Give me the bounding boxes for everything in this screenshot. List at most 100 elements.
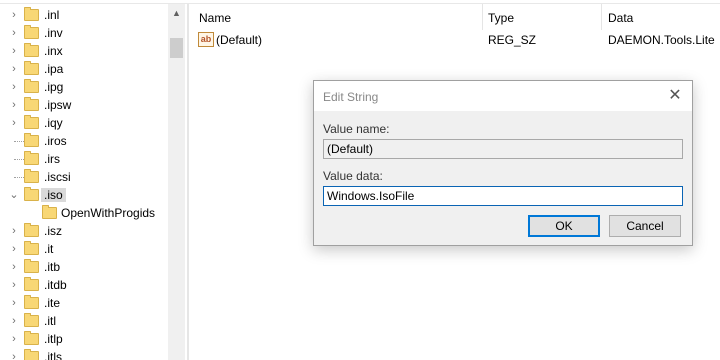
column-header-name[interactable]: Name — [199, 11, 231, 25]
folder-icon — [24, 151, 39, 165]
tree-item-ipsw[interactable]: › .ipsw — [0, 96, 168, 114]
tree-item-label: OpenWithProgids — [61, 206, 156, 220]
ok-button[interactable]: OK — [528, 215, 600, 237]
tree-item-label: .iros — [44, 134, 67, 148]
scrollbar-thumb[interactable] — [170, 38, 183, 58]
tree-item-label: .inx — [44, 44, 63, 58]
chevron-right-icon[interactable]: › — [8, 332, 20, 346]
list-row-default[interactable]: ab (Default) REG_SZ DAEMON.Tools.Lite — [190, 30, 720, 50]
list-header: Name Type Data — [190, 4, 720, 30]
value-data-label: Value data: — [323, 169, 383, 183]
tree-item-itlp[interactable]: › .itlp — [0, 330, 168, 348]
tree-item-itls[interactable]: › .itls — [0, 348, 168, 360]
value-name: (Default) — [216, 33, 263, 47]
tree-item-label: .inl — [44, 8, 60, 22]
chevron-down-icon[interactable]: ⌄ — [8, 188, 20, 202]
dialog-titlebar[interactable]: Edit String ✕ — [314, 81, 692, 111]
folder-icon — [24, 169, 39, 183]
tree-scrollbar[interactable]: ▲ — [168, 4, 185, 360]
chevron-right-icon[interactable]: › — [8, 26, 20, 40]
tree-item-label: .it — [44, 242, 54, 256]
tree-item-label: .iso — [41, 188, 66, 202]
tree-item-itdb[interactable]: › .itdb — [0, 276, 168, 294]
chevron-right-icon[interactable]: › — [8, 80, 20, 94]
tree-connector — [14, 141, 24, 142]
edit-string-dialog: Edit String ✕ Value name: Value data: OK… — [313, 80, 693, 246]
string-value-icon: ab — [198, 32, 214, 47]
folder-icon — [24, 7, 39, 21]
chevron-right-icon[interactable]: › — [8, 44, 20, 58]
chevron-right-icon[interactable]: › — [8, 8, 20, 22]
folder-icon — [24, 349, 39, 360]
folder-icon — [24, 43, 39, 57]
chevron-right-icon[interactable]: › — [8, 224, 20, 238]
tree-connector — [14, 177, 24, 178]
chevron-right-icon[interactable]: › — [8, 260, 20, 274]
folder-icon — [24, 187, 39, 201]
tree-item-iso[interactable]: ⌄ .iso — [0, 186, 168, 204]
tree-item-label: .ipsw — [44, 98, 72, 112]
column-divider[interactable] — [601, 4, 602, 30]
chevron-right-icon[interactable]: › — [8, 98, 20, 112]
chevron-right-icon[interactable]: › — [8, 116, 20, 130]
chevron-right-icon[interactable]: › — [8, 350, 20, 360]
tree-item-label: .iqy — [44, 116, 63, 130]
folder-icon — [24, 313, 39, 327]
chevron-right-icon[interactable]: › — [8, 242, 20, 256]
tree-item-iros[interactable]: .iros — [0, 132, 168, 150]
folder-icon — [24, 79, 39, 93]
tree-item-label: .isz — [44, 224, 62, 238]
folder-icon — [42, 205, 57, 219]
tree-item-ipg[interactable]: › .ipg — [0, 78, 168, 96]
value-name-field[interactable] — [323, 139, 683, 159]
chevron-right-icon[interactable]: › — [8, 296, 20, 310]
close-icon[interactable]: ✕ — [664, 86, 686, 106]
tree-connector — [14, 159, 24, 160]
tree-item-ipa[interactable]: › .ipa — [0, 60, 168, 78]
tree-item-it[interactable]: › .it — [0, 240, 168, 258]
column-header-type[interactable]: Type — [488, 11, 514, 25]
tree-item-label: .itl — [44, 314, 56, 328]
tree-item-label: .iscsi — [44, 170, 71, 184]
tree-item-inv[interactable]: › .inv — [0, 24, 168, 42]
tree-item-iscsi[interactable]: .iscsi — [0, 168, 168, 186]
folder-icon — [24, 97, 39, 111]
chevron-right-icon[interactable]: › — [8, 314, 20, 328]
column-divider[interactable] — [482, 4, 483, 30]
folder-icon — [24, 331, 39, 345]
tree-item-irs[interactable]: .irs — [0, 150, 168, 168]
tree-item-ite[interactable]: › .ite — [0, 294, 168, 312]
tree-item-inl[interactable]: › .inl — [0, 6, 168, 24]
folder-icon — [24, 223, 39, 237]
column-header-data[interactable]: Data — [608, 11, 633, 25]
folder-icon — [24, 259, 39, 273]
tree-item-openwithprogids[interactable]: OpenWithProgids — [0, 204, 168, 222]
value-name-label: Value name: — [323, 122, 390, 136]
tree-item-label: .ite — [44, 296, 61, 310]
registry-key-tree: › .inl › .inv › .inx › .ipa › .ipg › .ip… — [0, 4, 168, 360]
chevron-right-icon[interactable]: › — [8, 278, 20, 292]
folder-icon — [24, 295, 39, 309]
tree-item-label: .ipg — [44, 80, 64, 94]
folder-icon — [24, 133, 39, 147]
tree-item-itl[interactable]: › .itl — [0, 312, 168, 330]
chevron-right-icon[interactable]: › — [8, 62, 20, 76]
folder-icon — [24, 277, 39, 291]
pane-splitter[interactable] — [187, 4, 189, 360]
tree-item-label: .itdb — [44, 278, 67, 292]
tree-item-label: .itlp — [44, 332, 63, 346]
tree-item-iqy[interactable]: › .iqy — [0, 114, 168, 132]
dialog-title: Edit String — [323, 90, 379, 104]
tree-item-itb[interactable]: › .itb — [0, 258, 168, 276]
tree-item-inx[interactable]: › .inx — [0, 42, 168, 60]
value-type: REG_SZ — [488, 33, 537, 47]
folder-icon — [24, 115, 39, 129]
tree-item-label: .ipa — [44, 62, 64, 76]
value-data-field[interactable] — [323, 186, 683, 206]
tree-item-isz[interactable]: › .isz — [0, 222, 168, 240]
tree-item-label: .inv — [44, 26, 63, 40]
cancel-button[interactable]: Cancel — [609, 215, 681, 237]
folder-icon — [24, 241, 39, 255]
folder-icon — [24, 61, 39, 75]
scroll-up-arrow-icon[interactable]: ▲ — [168, 6, 185, 20]
